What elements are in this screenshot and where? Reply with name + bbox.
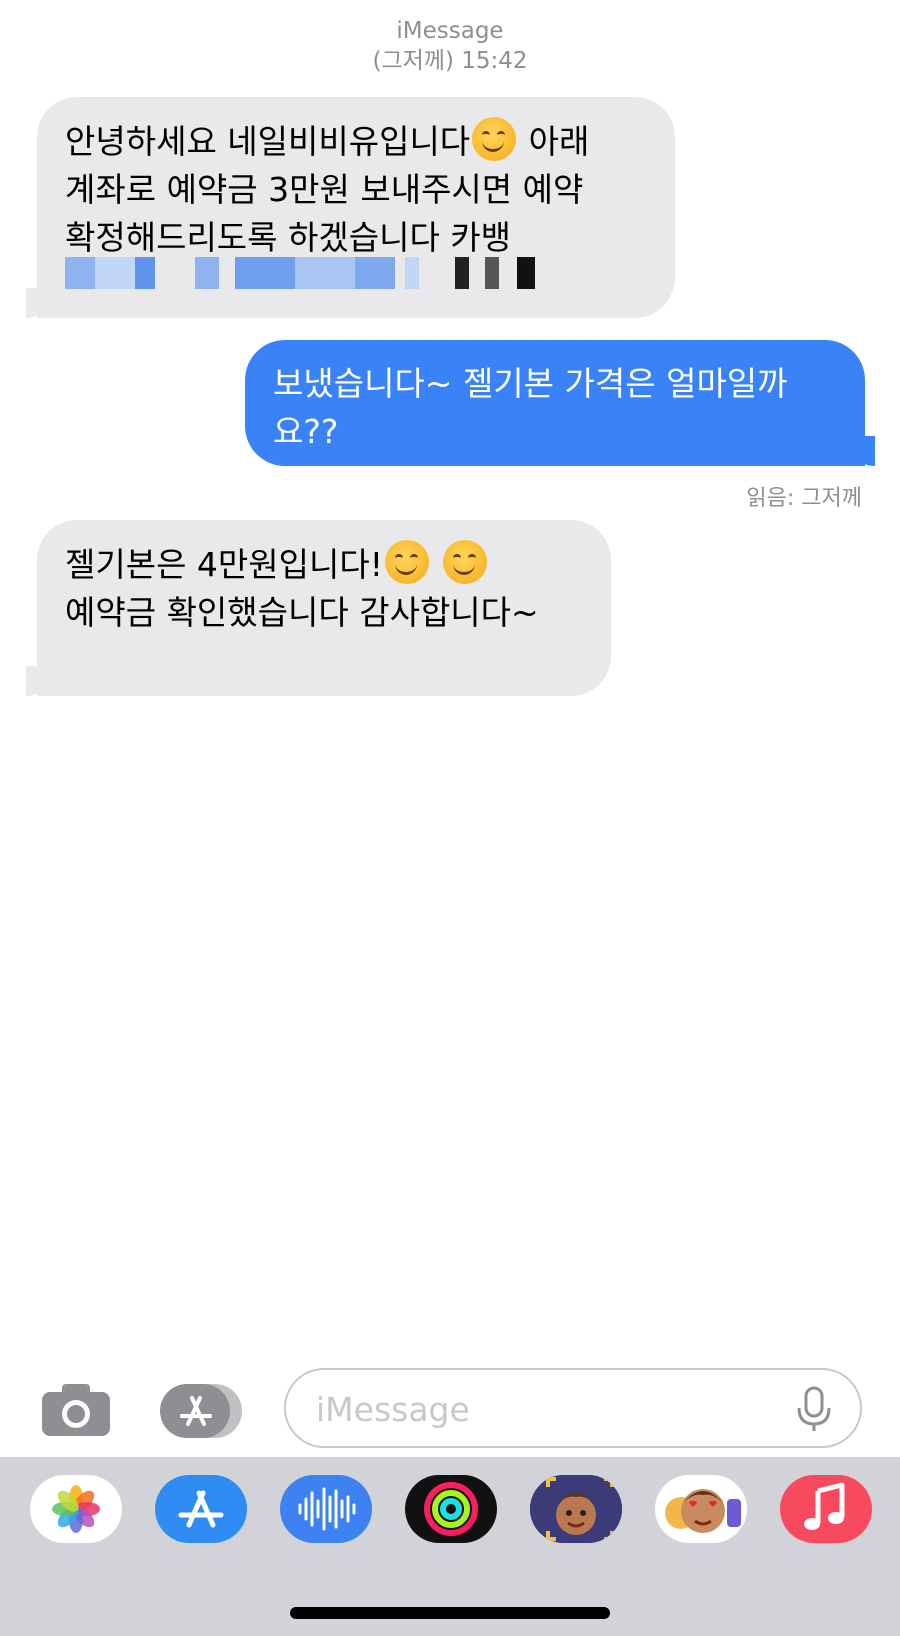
redacted-account-number [65, 257, 545, 293]
message-text: 안녕하세요 네일비비유입니다 [65, 122, 471, 161]
message-input[interactable]: iMessage [284, 1368, 862, 1448]
message-text: 젤기본은 4만원입니다! [65, 545, 383, 584]
service-label: iMessage [396, 18, 504, 44]
message-timestamp: (그저께) 15:42 [372, 48, 528, 74]
memoji-stickers-icon[interactable] [655, 1475, 747, 1543]
home-indicator[interactable] [290, 1607, 610, 1619]
microphone-icon[interactable] [794, 1386, 834, 1432]
message-text: 계좌로 예약금 3만원 보내주시면 예약 [65, 170, 584, 209]
memoji-camera-icon[interactable] [530, 1475, 622, 1543]
message-text: 보냈습니다~ 젤기본 가격은 얼마일까 [273, 364, 788, 403]
message-text: 요?? [273, 412, 339, 451]
camera-icon[interactable] [40, 1382, 112, 1438]
smiling-face-emoji [384, 540, 429, 584]
music-icon[interactable] [780, 1475, 872, 1543]
smiling-face-emoji [472, 117, 517, 161]
photos-icon[interactable] [30, 1475, 122, 1543]
audio-message-icon[interactable] [280, 1475, 372, 1543]
incoming-message-bubble[interactable]: 안녕하세요 네일비비유입니다 아래 계좌로 예약금 3만원 보내주시면 예약 확… [37, 97, 675, 318]
message-text: 예약금 확인했습니다 감사합니다~ [65, 593, 539, 632]
input-placeholder: iMessage [316, 1390, 470, 1429]
message-text: 아래 [528, 122, 590, 161]
read-receipt: 읽음: 그저께 [746, 486, 862, 511]
appstore-icon[interactable] [160, 1382, 246, 1440]
outgoing-message-bubble[interactable]: 보냈습니다~ 젤기본 가격은 얼마일까 요?? [245, 340, 865, 466]
appstore-icon[interactable] [155, 1475, 247, 1543]
incoming-message-bubble[interactable]: 젤기본은 4만원입니다! 예약금 확인했습니다 감사합니다~ [37, 520, 611, 696]
smiling-face-emoji [443, 540, 488, 584]
app-drawer [0, 1457, 900, 1636]
activity-icon[interactable] [405, 1475, 497, 1543]
message-text: 확정해드리도록 하겠습니다 카뱅 [65, 218, 512, 257]
conversation-header: iMessage (그저께) 15:42 [0, 16, 900, 76]
